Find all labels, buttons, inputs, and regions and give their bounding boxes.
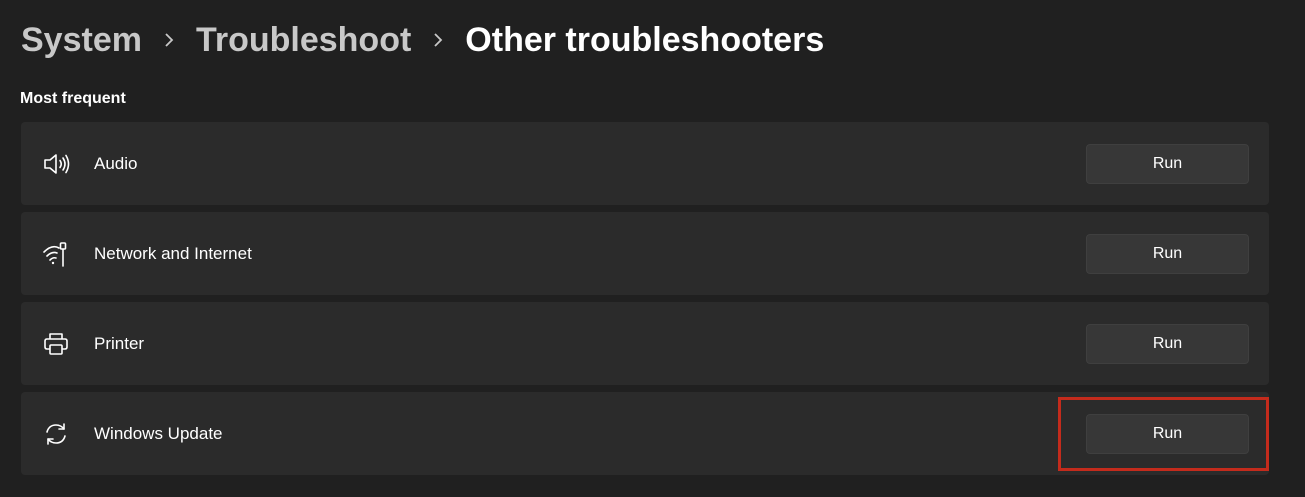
troubleshooter-list: Audio Run Network and Internet Run Print… <box>21 122 1269 482</box>
troubleshooter-label: Windows Update <box>94 423 223 443</box>
breadcrumb: System Troubleshoot Other troubleshooter… <box>21 20 824 60</box>
troubleshooter-label: Network and Internet <box>94 243 252 263</box>
speaker-icon <box>41 149 71 179</box>
run-audio-button[interactable]: Run <box>1086 143 1249 184</box>
breadcrumb-troubleshoot[interactable]: Troubleshoot <box>196 21 411 60</box>
run-windows-update-button[interactable]: Run <box>1086 413 1249 454</box>
chevron-right-icon <box>142 20 196 60</box>
breadcrumb-current: Other troubleshooters <box>465 20 825 59</box>
troubleshooters-page: System Troubleshoot Other troubleshooter… <box>0 0 1305 497</box>
troubleshooter-printer: Printer Run <box>21 302 1269 385</box>
breadcrumb-system[interactable]: System <box>21 21 142 60</box>
troubleshooter-label: Printer <box>94 333 145 353</box>
network-icon <box>41 239 71 269</box>
chevron-right-icon <box>411 20 465 60</box>
troubleshooter-audio: Audio Run <box>21 122 1269 205</box>
troubleshooter-windows-update: Windows Update Run <box>21 392 1269 475</box>
section-title: Most frequent <box>20 90 126 107</box>
troubleshooter-label: Audio <box>94 153 138 173</box>
sync-icon <box>41 419 71 449</box>
troubleshooter-network: Network and Internet Run <box>21 212 1269 295</box>
run-printer-button[interactable]: Run <box>1086 323 1249 364</box>
run-network-button[interactable]: Run <box>1086 233 1249 274</box>
printer-icon <box>41 329 71 359</box>
